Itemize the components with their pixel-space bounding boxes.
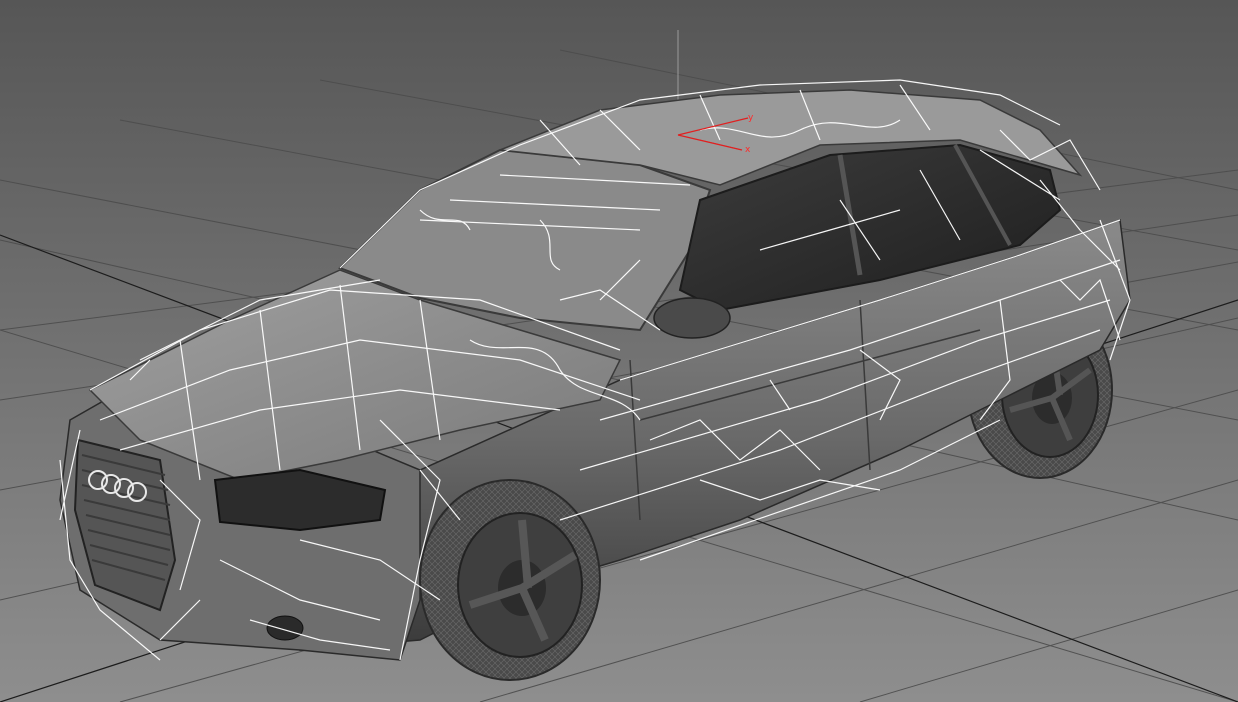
front-wheel xyxy=(419,479,601,681)
gizmo-y-label: y xyxy=(748,113,754,123)
side-mirror xyxy=(653,297,731,339)
gizmo-x-label: x xyxy=(745,145,751,155)
viewport-canvas[interactable]: y x xyxy=(0,0,1238,702)
3d-viewport[interactable]: y x xyxy=(0,0,1238,702)
fog-lamp xyxy=(266,615,304,641)
